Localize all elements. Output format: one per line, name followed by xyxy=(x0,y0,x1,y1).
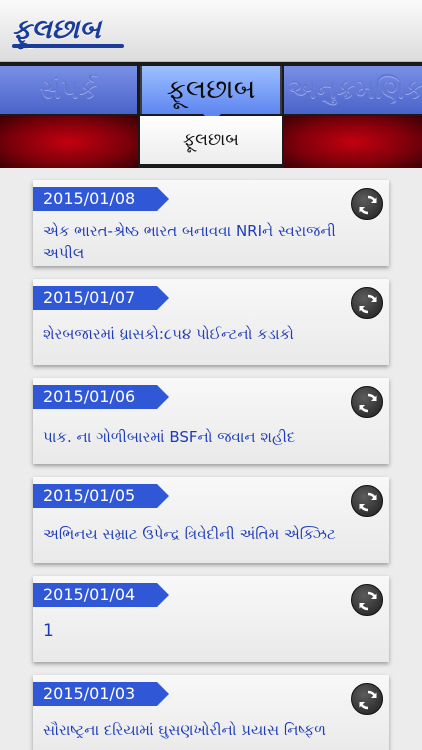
article-date: 2015/01/04 xyxy=(33,583,169,607)
article-headline: પાક. ના ગોળીબારમાં BSFનો જવાન શહીદ xyxy=(43,428,296,446)
band-right xyxy=(284,116,422,168)
refresh-icon[interactable] xyxy=(351,683,383,715)
refresh-icon[interactable] xyxy=(351,386,383,418)
article-headline: શેરબજારમાં ધ્રાસકો:૮૫૪ પોઈન્ટનો કડાકો xyxy=(43,325,294,343)
article-headline: સૌરાષ્ટ્રના દરિયામાં ઘુસણખોરીનો પ્રયાસ ન… xyxy=(43,721,326,739)
article-headline: 1 xyxy=(43,621,54,641)
article-date: 2015/01/05 xyxy=(33,484,169,508)
list-item[interactable]: 2015/01/04 1 xyxy=(33,576,389,662)
list-item[interactable]: 2015/01/06 પાક. ના ગોળીબારમાં BSFનો જવાન… xyxy=(33,378,389,464)
tab-fulchhab[interactable]: ફૂલછાબ xyxy=(140,66,282,114)
band-left xyxy=(0,116,138,168)
tab-bar: સંપર્ક ફૂલછાબ અનુક્રમણિકા ફૂલછાબ xyxy=(0,62,422,168)
article-headline: અભિનય સમ્રાટ ઉપેન્દ્ર ત્રિવેદીની અંતિમ એ… xyxy=(43,525,336,543)
article-date: 2015/01/07 xyxy=(33,286,169,310)
list-item[interactable]: 2015/01/08 એક ભારત-શ્રેષ્ઠ ભારત બનાવવા N… xyxy=(33,180,389,266)
article-headline: એક ભારત-શ્રેષ્ઠ ભારત બનાવવા NRIને સ્વરાજ… xyxy=(43,222,336,262)
tab-index[interactable]: અનુક્રમણિકા xyxy=(284,66,422,114)
subtab-fulchhab[interactable]: ફૂલછાબ xyxy=(140,116,282,164)
article-date: 2015/01/08 xyxy=(33,187,169,211)
tab-contact[interactable]: સંપર્ક xyxy=(0,66,137,114)
logo-underline xyxy=(12,44,124,48)
refresh-icon[interactable] xyxy=(351,584,383,616)
list-item[interactable]: 2015/01/07 શેરબજારમાં ધ્રાસકો:૮૫૪ પોઈન્ટ… xyxy=(33,279,389,365)
list-item[interactable]: 2015/01/05 અભિનય સમ્રાટ ઉપેન્દ્ર ત્રિવેદ… xyxy=(33,477,389,563)
article-date: 2015/01/03 xyxy=(33,682,169,706)
refresh-icon[interactable] xyxy=(351,287,383,319)
app-header: ફૂલછાબ xyxy=(0,0,422,62)
refresh-icon[interactable] xyxy=(351,485,383,517)
app-logo: ફૂલછાબ xyxy=(12,14,101,45)
refresh-icon[interactable] xyxy=(351,188,383,220)
list-item[interactable]: 2015/01/03 સૌરાષ્ટ્રના દરિયામાં ઘુસણખોરી… xyxy=(33,675,389,750)
article-date: 2015/01/06 xyxy=(33,385,169,409)
